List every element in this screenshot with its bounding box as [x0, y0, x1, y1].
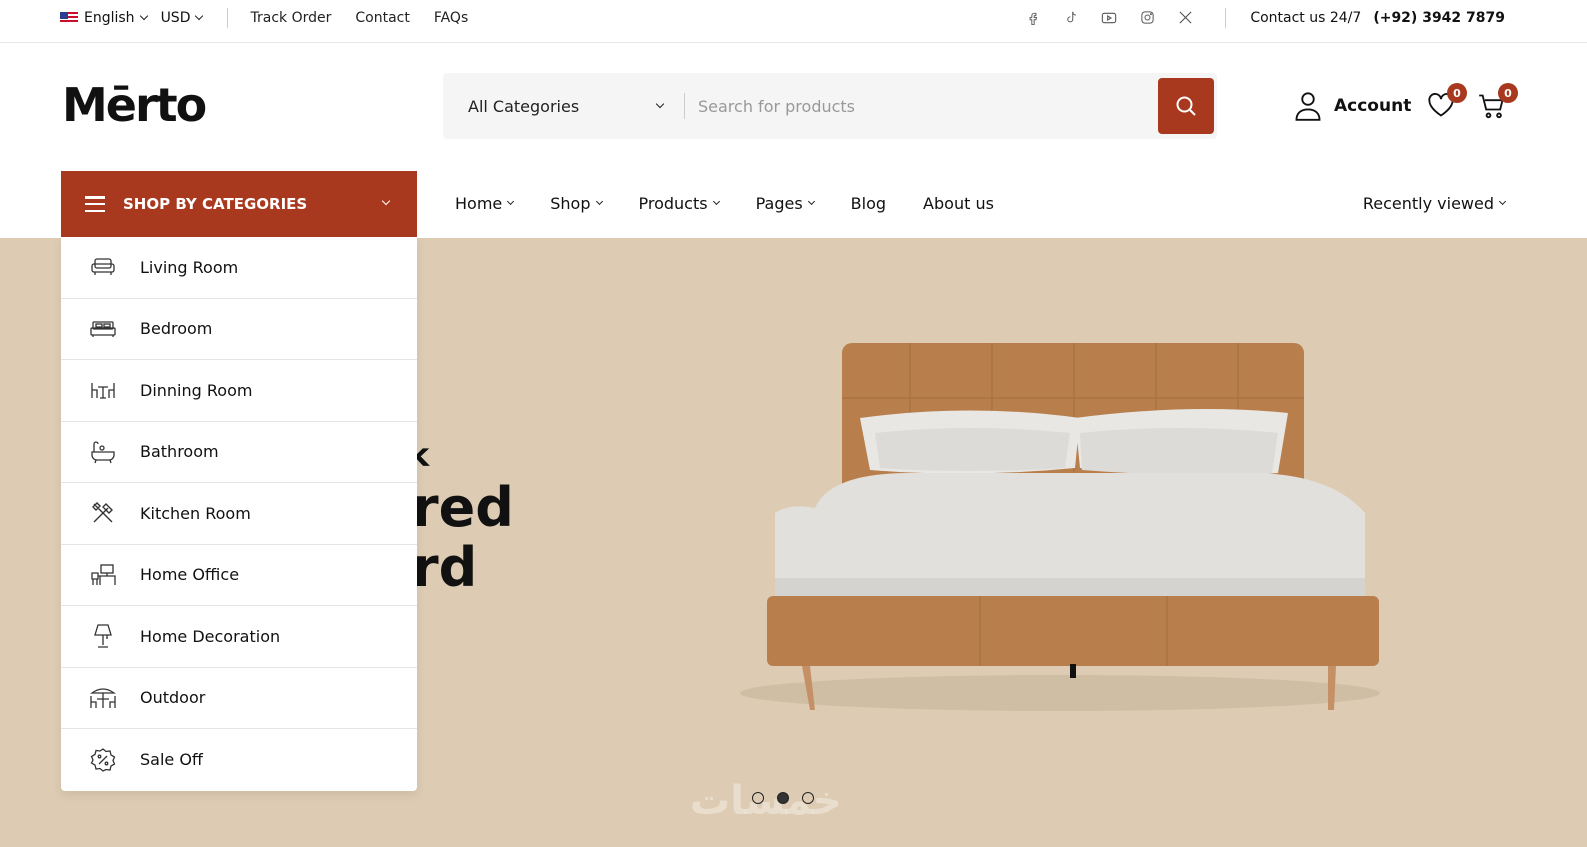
category-item-home-office[interactable]: Home Office	[61, 545, 417, 606]
category-item-bathroom[interactable]: Bathroom	[61, 422, 417, 483]
office-desk-icon	[89, 561, 117, 589]
chevron-down-icon	[139, 11, 148, 21]
contact-link[interactable]: Contact	[355, 10, 409, 26]
slide-dot[interactable]	[802, 792, 814, 804]
top-bar: English USD Track Order Contact FAQs Con…	[0, 0, 1587, 43]
bathtub-icon	[89, 438, 117, 466]
faqs-link[interactable]: FAQs	[434, 10, 468, 26]
shop-by-categories-button[interactable]: SHOP BY CATEGORIES	[61, 171, 417, 237]
language-select[interactable]: English	[60, 10, 148, 26]
chevron-down-icon	[195, 11, 204, 21]
discount-badge-icon	[89, 746, 117, 774]
cart-count-badge: 0	[1498, 83, 1518, 103]
category-item-bedroom[interactable]: Bedroom	[61, 299, 417, 360]
facebook-icon[interactable]	[1025, 10, 1041, 26]
lamp-icon	[89, 622, 117, 650]
account-link[interactable]: Account	[1294, 91, 1411, 121]
nav-blog[interactable]: Blog	[851, 194, 886, 213]
track-order-link[interactable]: Track Order	[250, 10, 331, 26]
chevron-down-icon	[507, 197, 515, 206]
currency-select[interactable]: USD	[161, 10, 204, 26]
search-input[interactable]	[698, 87, 1148, 125]
nav-about-us[interactable]: About us	[923, 194, 994, 213]
category-select[interactable]: All Categories	[468, 73, 665, 139]
phone-number[interactable]: (+92) 3942 7879	[1373, 10, 1505, 26]
category-item-living-room[interactable]: Living Room	[61, 237, 417, 299]
bed-image	[740, 343, 1380, 711]
slide-dot[interactable]	[752, 792, 764, 804]
contact-label: Contact us 24/7	[1250, 9, 1362, 26]
category-item-kitchen-room[interactable]: Kitchen Room	[61, 483, 417, 545]
nav-shop[interactable]: Shop	[550, 194, 603, 213]
category-item-sale-off[interactable]: Sale Off	[61, 729, 417, 791]
divider	[684, 93, 685, 119]
chevron-down-icon	[712, 197, 720, 206]
nav-pages[interactable]: Pages	[756, 194, 815, 213]
category-item-outdoor[interactable]: Outdoor	[61, 668, 417, 729]
kitchen-tools-icon	[89, 499, 117, 527]
cart-button[interactable]: 0	[1478, 83, 1518, 122]
recently-viewed-dropdown[interactable]: Recently viewed	[1363, 170, 1507, 236]
search-bar: All Categories	[443, 73, 1217, 139]
dining-table-icon	[89, 376, 117, 404]
nav-products[interactable]: Products	[639, 194, 720, 213]
outdoor-table-icon	[89, 684, 117, 712]
chevron-down-icon	[381, 196, 391, 206]
search-icon	[1176, 96, 1196, 116]
category-menu: Living Room Bedroom Dinning Room Bathroo…	[61, 237, 417, 791]
site-logo[interactable]: Mērto	[62, 78, 207, 132]
category-item-dinning-room[interactable]: Dinning Room	[61, 360, 417, 422]
instagram-icon[interactable]	[1139, 10, 1155, 26]
main-nav: Home Shop Products Pages Blog About us	[455, 170, 1031, 236]
divider	[1225, 7, 1227, 28]
us-flag-icon	[60, 11, 78, 24]
chevron-down-icon	[1498, 197, 1507, 206]
slide-dot-active[interactable]	[777, 792, 789, 804]
hero-title: red rd	[412, 476, 514, 599]
nav-home[interactable]: Home	[455, 194, 515, 213]
slider-pagination	[752, 792, 827, 804]
user-icon	[1295, 92, 1321, 121]
chevron-down-icon	[807, 197, 815, 206]
chevron-down-icon	[595, 197, 603, 206]
menu-icon	[85, 196, 105, 212]
divider	[227, 7, 229, 28]
search-button[interactable]	[1158, 78, 1214, 134]
wishlist-count-badge: 0	[1447, 83, 1467, 103]
youtube-icon[interactable]	[1101, 10, 1117, 26]
chevron-down-icon	[655, 99, 665, 109]
sofa-icon	[89, 253, 117, 281]
x-icon[interactable]	[1177, 10, 1193, 26]
wishlist-button[interactable]: 0	[1427, 83, 1467, 122]
bed-icon	[89, 315, 117, 343]
tiktok-icon[interactable]	[1063, 10, 1079, 26]
category-item-home-decoration[interactable]: Home Decoration	[61, 606, 417, 668]
